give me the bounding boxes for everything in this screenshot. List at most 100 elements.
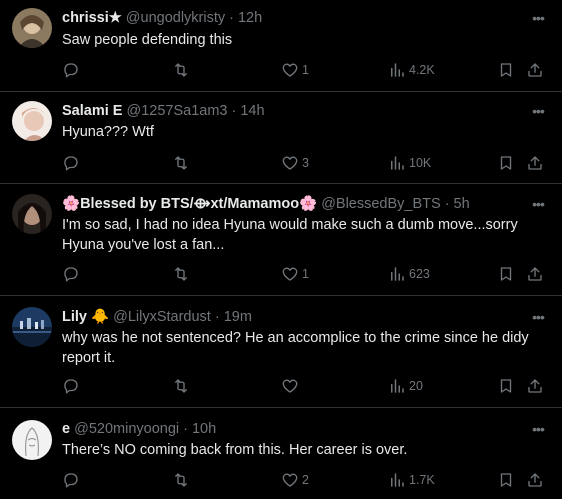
reply-button[interactable] <box>62 376 83 396</box>
heart-icon <box>282 473 298 487</box>
separator-dot: · <box>444 196 450 212</box>
like-button[interactable]: 1 <box>281 264 309 284</box>
views-icon <box>391 63 404 77</box>
action-bar: 2 1.7K <box>0 470 562 490</box>
like-button[interactable]: 1 <box>281 60 309 80</box>
bookmark-button[interactable] <box>497 153 515 173</box>
retweet-button[interactable] <box>172 60 193 80</box>
like-button[interactable] <box>281 376 302 396</box>
bookmark-icon <box>500 379 512 393</box>
display-name[interactable]: Blessed by BTS/⟴xt/Mamamoo <box>80 196 299 212</box>
views-button[interactable]: 20 <box>388 376 423 396</box>
tweet[interactable]: Salami E @1257Sa1am3 · 14h ••• Hyuna??? Wt… <box>0 92 562 184</box>
tweet[interactable]: Lily 🐥 @LilyxStardust · 19m ••• why was he… <box>0 296 562 408</box>
share-button[interactable] <box>526 60 544 80</box>
avatar[interactable] <box>12 8 52 48</box>
bookmark-button[interactable] <box>497 376 515 396</box>
flower-emoji: 🌸 <box>299 196 318 212</box>
timestamp[interactable]: 12h <box>238 10 262 26</box>
more-icon[interactable]: ••• <box>528 419 548 439</box>
views-button[interactable]: 10K <box>388 153 431 173</box>
bookmark-icon <box>500 267 512 281</box>
separator-dot: · <box>231 103 237 119</box>
avatar[interactable] <box>12 194 52 234</box>
timestamp[interactable]: 10h <box>192 421 216 437</box>
view-count: 10K <box>409 156 432 170</box>
more-icon[interactable]: ••• <box>528 307 548 327</box>
retweet-icon <box>175 473 187 487</box>
share-button[interactable] <box>526 470 544 490</box>
like-count: 3 <box>302 156 309 170</box>
tweet-text: I'm so sad, I had no idea Hyuna would ma… <box>62 217 518 253</box>
display-name[interactable]: e <box>62 421 70 437</box>
timestamp[interactable]: 19m <box>224 309 252 325</box>
view-count: 20 <box>409 379 423 393</box>
views-button[interactable]: 1.7K <box>388 470 435 490</box>
heart-icon <box>282 379 298 393</box>
views-icon <box>391 156 404 170</box>
user-handle[interactable]: @ungodlykristy <box>126 10 225 26</box>
reply-button[interactable] <box>62 60 83 80</box>
tweet[interactable]: chrissi★ @ungodlykristy · 12h ••• Saw peop… <box>0 0 562 92</box>
reply-icon <box>64 267 78 282</box>
like-count: 1 <box>302 267 309 281</box>
view-count: 1.7K <box>409 473 435 487</box>
bookmark-icon <box>500 156 512 170</box>
user-handle[interactable]: @520minyoongi <box>74 421 179 437</box>
display-name[interactable]: chrissi★ <box>62 10 122 26</box>
timestamp[interactable]: 14h <box>240 103 264 119</box>
like-button[interactable]: 3 <box>281 153 309 173</box>
user-handle[interactable]: @1257Sa1am3 <box>126 103 227 119</box>
reply-button[interactable] <box>62 264 83 284</box>
more-icon[interactable]: ••• <box>528 101 548 121</box>
avatar[interactable] <box>12 307 52 347</box>
more-icon[interactable]: ••• <box>528 8 548 28</box>
heart-icon <box>282 267 298 281</box>
reply-icon <box>64 63 78 78</box>
display-name[interactable]: Salami E <box>62 103 122 119</box>
reply-icon <box>64 379 78 394</box>
share-button[interactable] <box>526 264 544 284</box>
view-count: 4.2K <box>409 63 435 77</box>
share-icon <box>528 156 542 170</box>
separator-dot: · <box>214 309 220 325</box>
tweet-header: Lily 🐥 @LilyxStardust · 19m <box>62 307 522 327</box>
avatar[interactable] <box>12 420 52 460</box>
display-name[interactable]: Lily <box>62 309 87 325</box>
user-handle[interactable]: @LilyxStardust <box>113 309 211 325</box>
share-button[interactable] <box>526 153 544 173</box>
user-handle[interactable]: @BlessedBy_BTS <box>321 196 441 212</box>
tweet-text: why was he not sentenced? He an accompli… <box>62 330 529 366</box>
timestamp[interactable]: 5h <box>454 196 470 212</box>
retweet-button[interactable] <box>172 376 193 396</box>
bookmark-button[interactable] <box>497 60 515 80</box>
reply-button[interactable] <box>62 153 83 173</box>
retweet-button[interactable] <box>172 470 193 490</box>
share-icon <box>528 63 542 77</box>
retweet-icon <box>175 267 187 281</box>
retweet-button[interactable] <box>172 264 193 284</box>
retweet-button[interactable] <box>172 153 193 173</box>
like-count: 1 <box>302 63 309 77</box>
views-icon <box>391 379 404 393</box>
share-button[interactable] <box>526 376 544 396</box>
reply-icon <box>64 156 78 171</box>
retweet-icon <box>175 379 187 393</box>
avatar[interactable] <box>12 101 52 141</box>
views-button[interactable]: 4.2K <box>388 60 435 80</box>
views-icon <box>391 267 404 281</box>
tweet-header: chrissi★ @ungodlykristy · 12h <box>62 8 522 28</box>
chick-emoji: 🐥 <box>91 309 110 325</box>
bookmark-button[interactable] <box>497 470 515 490</box>
views-button[interactable]: 623 <box>388 264 430 284</box>
tweet[interactable]: 🌸Blessed by BTS/⟴xt/Mamamoo🌸 @BlessedBy_… <box>0 184 562 296</box>
reply-button[interactable] <box>62 470 83 490</box>
like-button[interactable]: 2 <box>281 470 309 490</box>
bookmark-icon <box>500 473 512 487</box>
view-count: 623 <box>409 267 430 281</box>
bookmark-button[interactable] <box>497 264 515 284</box>
action-bar: 3 10K <box>0 153 562 173</box>
tweet[interactable]: e @520minyoongi · 10h ••• There’s NO comin… <box>0 408 562 499</box>
more-icon[interactable]: ••• <box>528 194 548 214</box>
reply-icon <box>64 473 78 488</box>
